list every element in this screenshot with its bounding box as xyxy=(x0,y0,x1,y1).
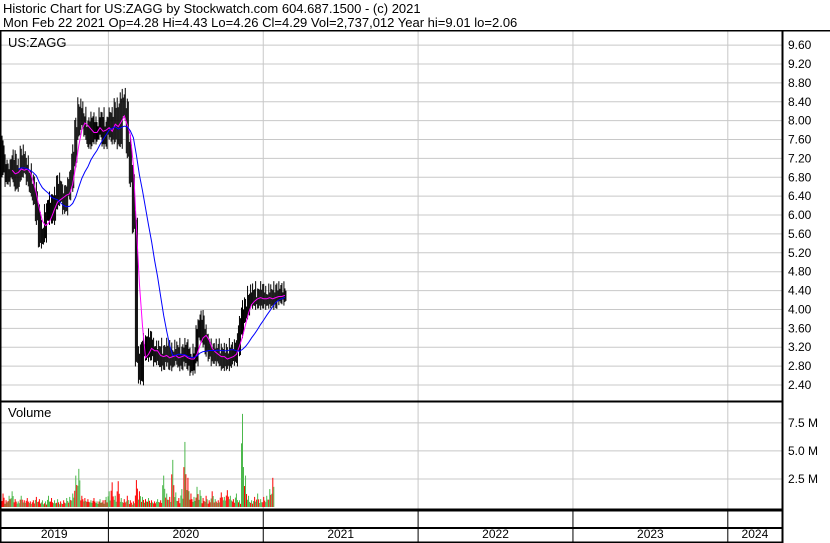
year-label: 2020 xyxy=(172,527,199,541)
chart-svg: 2019 2020 2021 2022 2023 2024 9.60 9.20 8.80 8.40… xyxy=(0,30,830,543)
price-tick-label: 6.40 xyxy=(788,189,812,203)
price-tick-label: 8.00 xyxy=(788,114,812,128)
price-tick-label: 8.40 xyxy=(788,95,812,109)
volume-tick-label: 2.5 M xyxy=(788,472,818,486)
year-label: 2019 xyxy=(41,527,68,541)
year-label: 2023 xyxy=(637,527,664,541)
year-label: 2022 xyxy=(482,527,509,541)
price-tick-label: 4.40 xyxy=(788,284,812,298)
volume-tick-label: 5.0 M xyxy=(788,444,818,458)
price-tick-label: 5.60 xyxy=(788,227,812,241)
price-tick-label: 5.20 xyxy=(788,246,812,260)
price-tick-label: 3.60 xyxy=(788,321,812,335)
year-label: 2021 xyxy=(327,527,354,541)
quote-summary: Mon Feb 22 2021 Op=4.28 Hi=4.43 Lo=4.26 … xyxy=(3,15,518,30)
year-label: 2024 xyxy=(742,527,769,541)
price-tick-label: 6.00 xyxy=(788,208,812,222)
price-tick-label: 6.80 xyxy=(788,170,812,184)
symbol-label: US:ZAGG xyxy=(8,35,67,50)
price-tick-label: 2.80 xyxy=(788,359,812,373)
price-tick-label: 9.20 xyxy=(788,57,812,71)
price-tick-label: 3.20 xyxy=(788,340,812,354)
price-tick-label: 9.60 xyxy=(788,38,812,52)
stock-chart: Historic Chart for US:ZAGG by Stockwatch… xyxy=(0,0,830,543)
price-tick-label: 4.80 xyxy=(788,265,812,279)
volume-label: Volume xyxy=(8,405,51,420)
price-tick-label: 4.00 xyxy=(788,302,812,316)
price-bars xyxy=(0,87,287,386)
chart-title: Historic Chart for US:ZAGG by Stockwatch… xyxy=(3,1,421,16)
price-tick-label: 7.60 xyxy=(788,133,812,147)
price-tick-label: 2.40 xyxy=(788,378,812,392)
volume-bars xyxy=(0,413,275,507)
volume-tick-label: 7.5 M xyxy=(788,416,818,430)
price-tick-label: 7.20 xyxy=(788,151,812,165)
price-tick-label: 8.80 xyxy=(788,76,812,90)
